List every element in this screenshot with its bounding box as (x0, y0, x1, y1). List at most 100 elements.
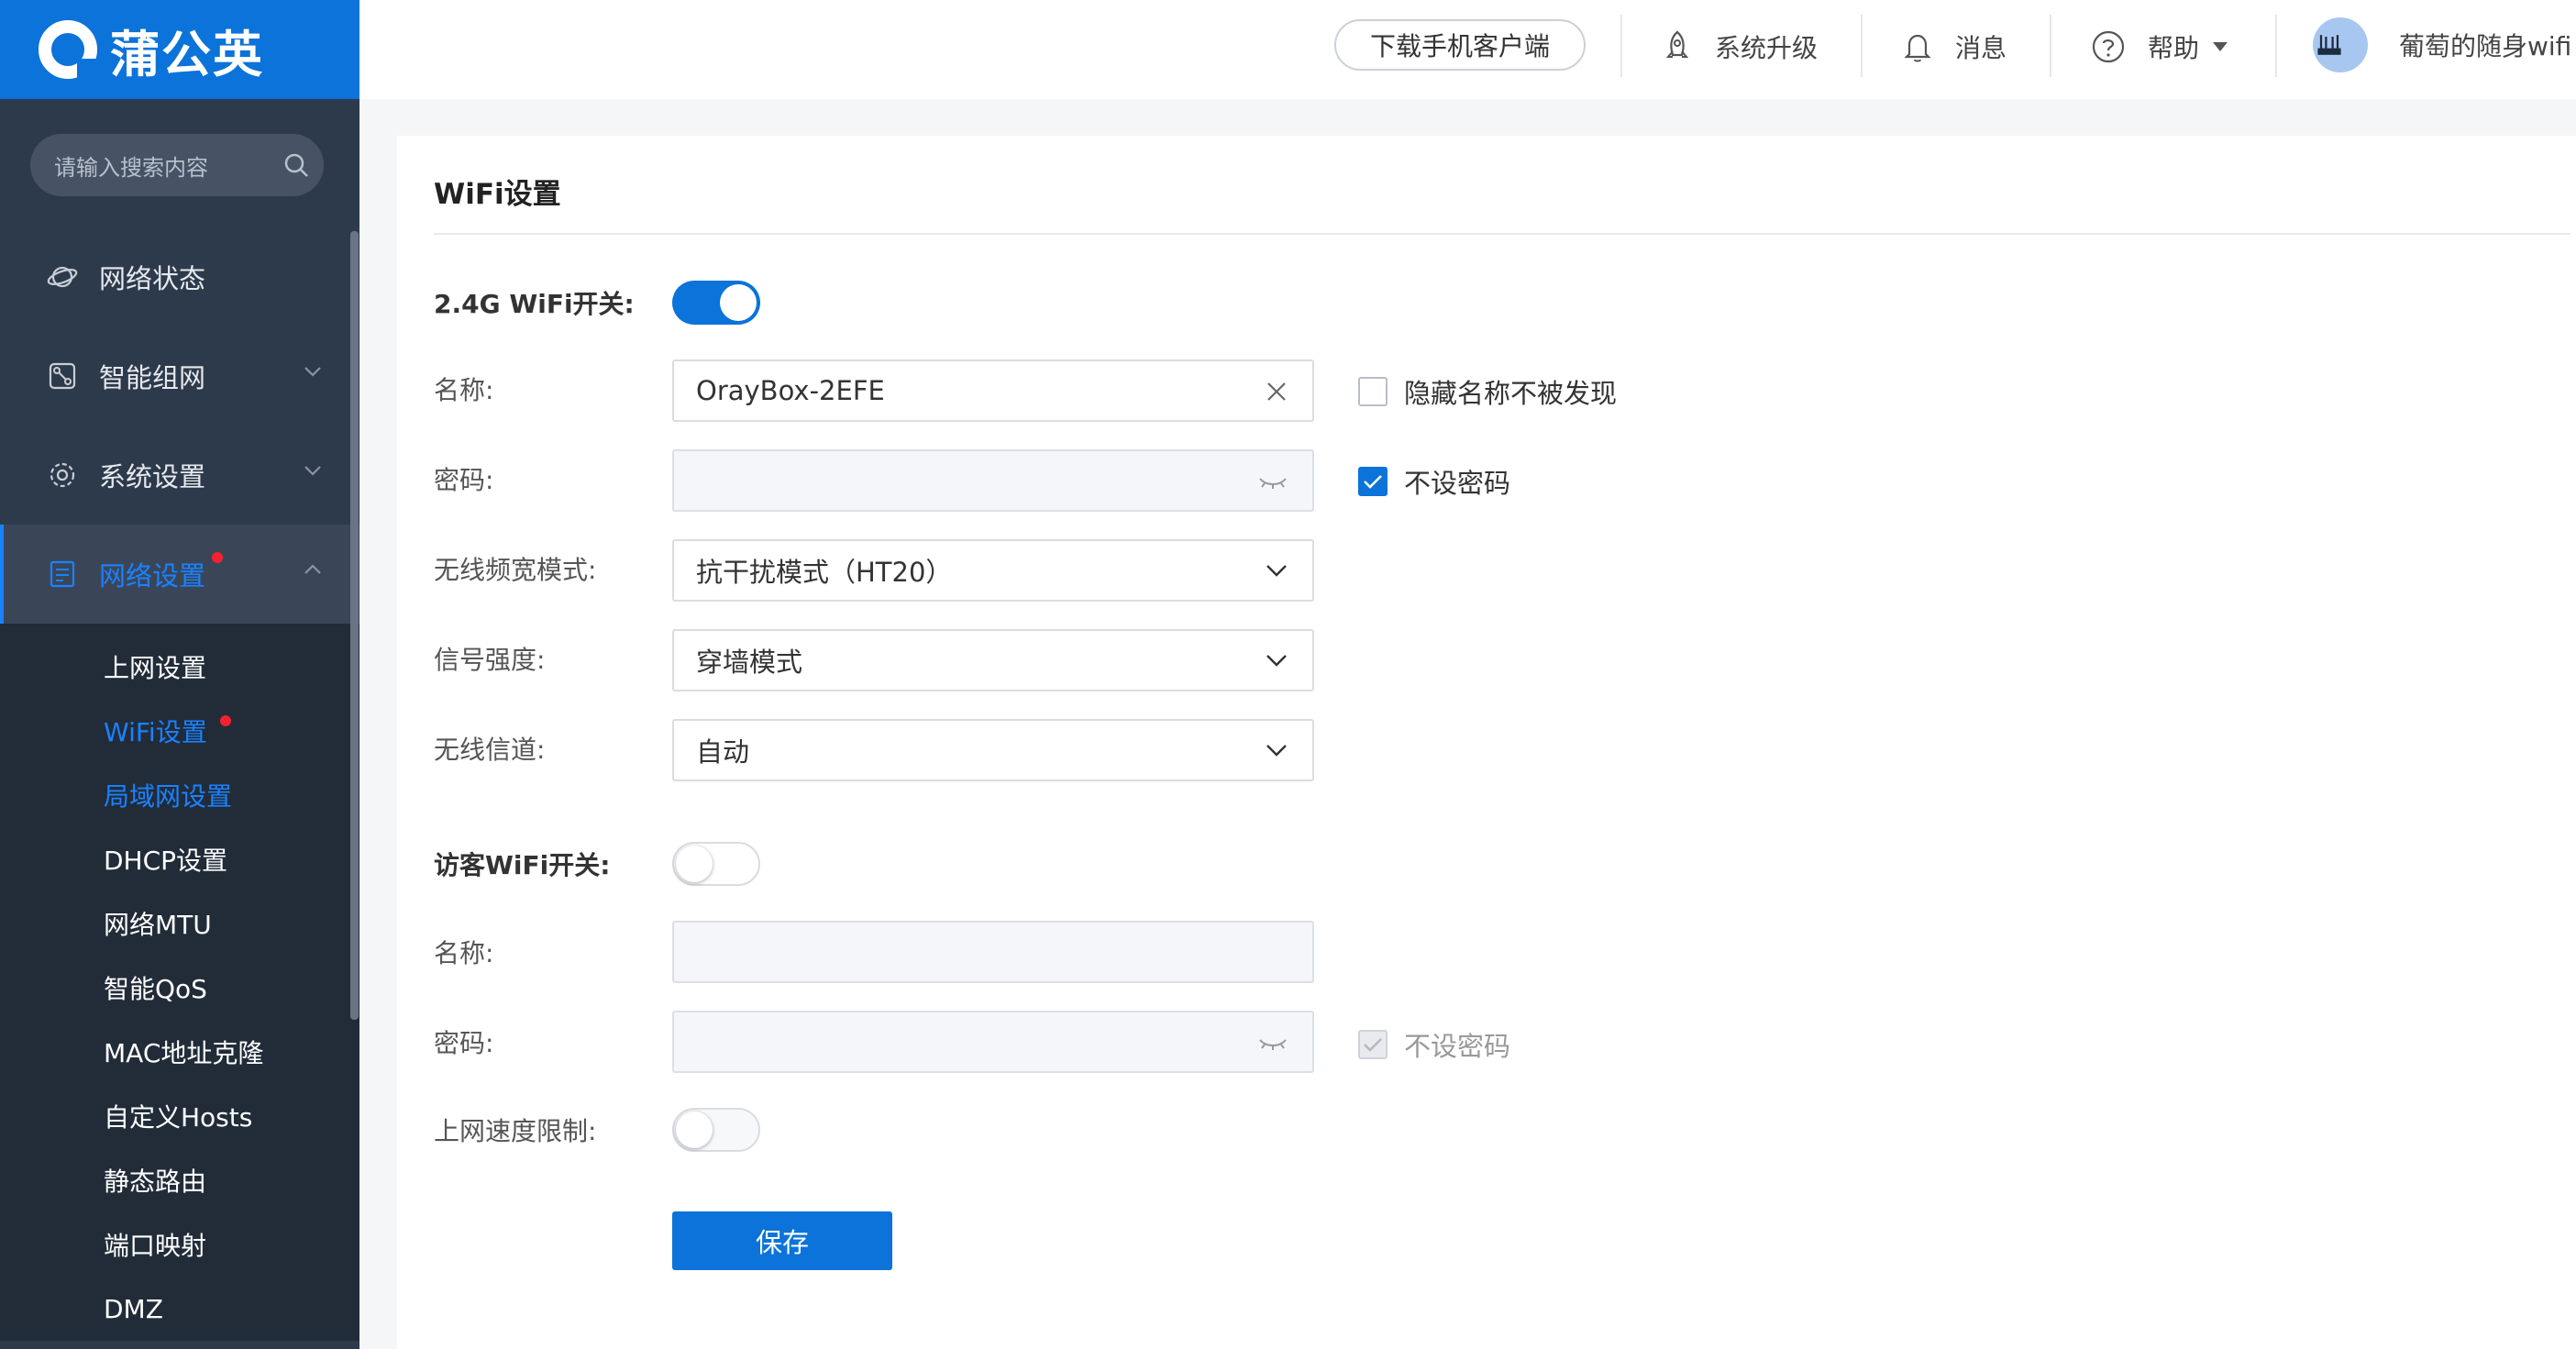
sidebar-search-input[interactable]: 请输入搜索内容 (30, 134, 324, 196)
checkbox-box (1358, 1030, 1388, 1059)
chevron-down-icon (304, 367, 321, 377)
header-divider (1620, 15, 1622, 77)
speed-limit-toggle[interactable] (672, 1108, 760, 1152)
bandwidth-label: 无线频宽模式: (434, 555, 597, 585)
submenu-item-static-route[interactable]: 静态路由 (0, 1148, 359, 1212)
sidebar-item-network-status[interactable]: 网络状态 (0, 227, 359, 326)
sidebar-item-smart-network[interactable]: 智能组网 (0, 326, 359, 426)
hide-name-checkbox[interactable]: 隐藏名称不被发现 (1358, 372, 1617, 411)
sidebar: 蒲公英 请输入搜索内容 网络状态 智能组网 系统设置 网络设置 上网设置 WiF… (0, 0, 359, 1349)
save-button[interactable]: 保存 (672, 1211, 892, 1270)
rocket-icon (1665, 30, 1689, 58)
header-divider (2275, 15, 2277, 77)
submenu-item-dhcp[interactable]: DHCP设置 (0, 827, 359, 891)
submenu-item-hosts[interactable]: 自定义Hosts (0, 1084, 359, 1148)
sidebar-item-network-settings[interactable]: 网络设置 (0, 525, 359, 624)
channel-label: 无线信道: (434, 735, 546, 765)
messages-button[interactable]: 消息 (1902, 24, 2007, 70)
submenu-item-label: 端口映射 (104, 1231, 207, 1261)
guest-name-label: 名称: (434, 938, 494, 968)
router-avatar (2313, 17, 2368, 72)
submenu-item-label: 上网设置 (104, 653, 207, 683)
document-icon (44, 556, 81, 592)
guest-name-input[interactable] (672, 921, 1314, 983)
network-settings-submenu: 上网设置 WiFi设置 局域网设置 DHCP设置 网络MTU 智能QoS MAC… (0, 624, 359, 1341)
sidebar-item-label: 系统设置 (99, 461, 206, 492)
system-upgrade-label: 系统升级 (1715, 33, 1819, 63)
submenu-item-internet[interactable]: 上网设置 (0, 635, 359, 699)
submenu-item-label: DHCP设置 (104, 846, 228, 876)
submenu-item-label: 智能QoS (104, 974, 207, 1004)
sidebar-menu: 网络状态 智能组网 系统设置 网络设置 上网设置 WiFi设置 局域网设置 DH… (0, 227, 359, 1341)
logo-icon (39, 20, 97, 79)
sidebar-scrollbar[interactable] (350, 231, 359, 1020)
guest-password-input[interactable] (672, 1011, 1314, 1073)
user-device-menu[interactable]: 葡萄的随身wifi (2313, 17, 2571, 72)
submenu-item-wifi[interactable]: WiFi设置 (0, 699, 359, 763)
submenu-item-label: 自定义Hosts (104, 1102, 253, 1133)
no-password-label: 不设密码 (1404, 468, 1511, 499)
notification-dot (220, 715, 231, 726)
search-icon[interactable] (269, 152, 324, 178)
submenu-item-label: 静态路由 (104, 1167, 207, 1197)
wifi24-name-label: 名称: (434, 375, 494, 405)
gear-icon (44, 457, 81, 493)
signal-strength-label: 信号强度: (434, 645, 546, 675)
eye-closed-icon[interactable] (1257, 470, 1288, 493)
toggle-knob (676, 846, 713, 882)
submenu-item-qos[interactable]: 智能QoS (0, 956, 359, 1020)
guest-no-password-checkbox[interactable]: 不设密码 (1358, 1025, 1510, 1064)
caret-down-icon (2213, 42, 2228, 51)
check-icon (1364, 1038, 1382, 1052)
submenu-item-mac-clone[interactable]: MAC地址克隆 (0, 1020, 359, 1084)
sidebar-item-label: 网络设置 (99, 560, 206, 592)
chevron-down-icon (1266, 565, 1287, 577)
help-menu-button[interactable]: 帮助 (2091, 24, 2228, 70)
speed-limit-label: 上网速度限制: (434, 1116, 597, 1146)
guest-wifi-toggle[interactable] (672, 842, 760, 886)
toggle-knob (676, 1111, 713, 1148)
toggle-knob (720, 284, 757, 321)
wifi24-password-label: 密码: (434, 465, 494, 495)
guest-password-label: 密码: (434, 1028, 494, 1058)
signal-strength-select[interactable]: 穿墙模式 (672, 629, 1314, 691)
signal-strength-value: 穿墙模式 (696, 647, 803, 678)
check-icon (1364, 475, 1382, 489)
eye-closed-icon[interactable] (1257, 1031, 1288, 1055)
submenu-item-lan[interactable]: 局域网设置 (0, 763, 359, 827)
submenu-item-mtu[interactable]: 网络MTU (0, 891, 359, 956)
wifi24-switch-label: 2.4G WiFi开关: (434, 289, 635, 319)
wifi24-toggle[interactable] (672, 281, 760, 325)
guest-no-password-label: 不设密码 (1404, 1031, 1511, 1062)
clear-icon[interactable] (1265, 380, 1288, 404)
submenu-item-label: 局域网设置 (104, 781, 233, 812)
chevron-down-icon (1266, 655, 1287, 667)
checkbox-box (1358, 377, 1388, 406)
wifi24-password-input[interactable] (672, 449, 1314, 512)
guest-switch-label: 访客WiFi开关: (434, 850, 611, 880)
wifi24-name-value: OrayBox-2EFE (696, 375, 885, 406)
messages-label: 消息 (1955, 33, 2007, 63)
channel-select[interactable]: 自动 (672, 719, 1314, 781)
bell-icon (1904, 34, 1931, 62)
submenu-item-dmz[interactable]: DMZ (0, 1277, 359, 1341)
submenu-item-port-mapping[interactable]: 端口映射 (0, 1212, 359, 1277)
no-password-checkbox[interactable]: 不设密码 (1358, 462, 1510, 501)
chevron-up-icon (304, 564, 321, 574)
wifi24-name-input[interactable]: OrayBox-2EFE (672, 359, 1314, 422)
download-app-button[interactable]: 下载手机客户端 (1334, 19, 1586, 71)
network-icon (44, 358, 81, 394)
search-placeholder: 请输入搜索内容 (54, 154, 208, 181)
sidebar-item-label: 网络状态 (99, 263, 206, 294)
page-title: WiFi设置 (434, 178, 561, 211)
brand-logo[interactable]: 蒲公英 (0, 0, 359, 99)
notification-dot (212, 552, 223, 563)
bandwidth-select[interactable]: 抗干扰模式（HT20） (672, 539, 1314, 602)
submenu-item-label: 网络MTU (104, 910, 212, 940)
hide-name-label: 隐藏名称不被发现 (1404, 378, 1618, 409)
submenu-item-label: DMZ (104, 1293, 163, 1324)
system-upgrade-button[interactable]: 系统升级 (1662, 24, 1818, 70)
wifi-settings-card: WiFi设置 2.4G WiFi开关: 名称: OrayBox-2EFE 隐藏名… (397, 136, 2576, 1349)
planet-icon (44, 259, 81, 295)
sidebar-item-system-settings[interactable]: 系统设置 (0, 426, 359, 525)
